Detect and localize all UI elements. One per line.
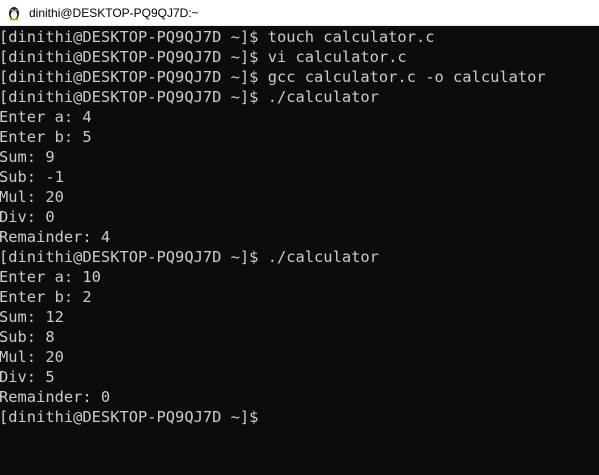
terminal-output-line: Sum: 12 <box>0 308 64 326</box>
terminal-prompt-line: [dinithi@DESKTOP-PQ9QJ7D ~]$ ./calculato… <box>0 248 379 266</box>
title-bar[interactable]: dinithi@DESKTOP-PQ9QJ7D:~ <box>0 0 599 26</box>
window-title: dinithi@DESKTOP-PQ9QJ7D:~ <box>29 5 199 20</box>
terminal-output-line: Enter a: 4 <box>0 108 92 126</box>
terminal-output-line: Sub: 8 <box>0 328 55 346</box>
terminal-output-line: Mul: 20 <box>0 348 64 366</box>
terminal-output[interactable]: [dinithi@DESKTOP-PQ9QJ7D ~]$ touch calcu… <box>0 27 599 475</box>
terminal-output-line: Remainder: 4 <box>0 228 111 246</box>
terminal-output-line: Sub: -1 <box>0 168 64 186</box>
terminal-output-line: Div: 5 <box>0 368 55 386</box>
terminal-prompt-line: [dinithi@DESKTOP-PQ9QJ7D ~]$ ./calculato… <box>0 88 379 106</box>
terminal-prompt-line: [dinithi@DESKTOP-PQ9QJ7D ~]$ <box>0 407 598 427</box>
linux-penguin-icon <box>6 5 22 21</box>
terminal-output-line: Enter b: 5 <box>0 128 92 146</box>
terminal-prompt-line: [dinithi@DESKTOP-PQ9QJ7D ~]$ touch calcu… <box>0 28 435 46</box>
terminal-prompt-line: [dinithi@DESKTOP-PQ9QJ7D ~]$ gcc calcula… <box>0 68 546 86</box>
terminal-output-line: Remainder: 0 <box>0 388 111 406</box>
terminal-output-line: Div: 0 <box>0 208 55 226</box>
terminal-prompt-line: [dinithi@DESKTOP-PQ9QJ7D ~]$ vi calculat… <box>0 48 407 66</box>
terminal-window: dinithi@DESKTOP-PQ9QJ7D:~ [dinithi@DESKT… <box>0 0 599 475</box>
terminal-output-line: Enter a: 10 <box>0 268 101 286</box>
terminal-output-line: Enter b: 2 <box>0 288 92 306</box>
terminal-output-line: Mul: 20 <box>0 188 64 206</box>
terminal-output-line: Sum: 9 <box>0 148 55 166</box>
terminal-cursor <box>268 409 277 425</box>
